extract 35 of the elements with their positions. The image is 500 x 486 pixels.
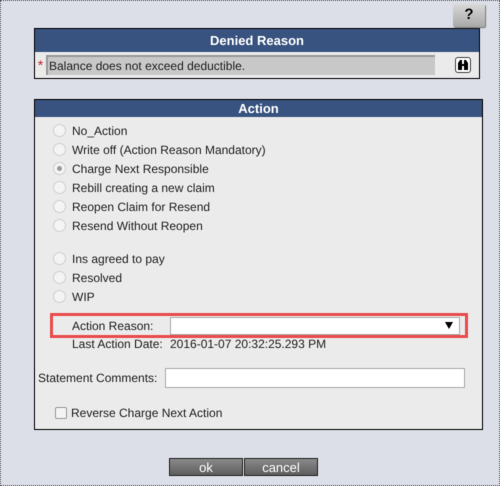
radio-button[interactable] — [53, 181, 66, 194]
dialog-button[interactable]: cancel — [244, 458, 318, 476]
denied-reason-field[interactable]: Balance does not exceed deductible. — [46, 55, 435, 75]
radio-button[interactable] — [53, 162, 66, 175]
dialog-button[interactable]: ok — [169, 458, 243, 476]
option-label: Resend Without Reopen — [72, 218, 203, 234]
radio-button[interactable] — [53, 200, 66, 213]
option-label: Write off (Action Reason Mandatory) — [72, 142, 266, 158]
statement-comments-field[interactable] — [165, 368, 465, 388]
radio-button[interactable] — [53, 219, 66, 232]
field-label: Action Reason: — [72, 318, 154, 334]
radio-button[interactable] — [53, 290, 66, 303]
option-label: Rebill creating a new claim — [72, 180, 215, 196]
field-label: Statement Comments: — [38, 370, 158, 387]
option-label: Resolved — [72, 270, 122, 286]
action-reason-dropdown[interactable] — [170, 316, 460, 334]
option-label: WIP — [72, 288, 95, 306]
checkbox-label: Reverse Charge Next Action — [71, 405, 222, 422]
last-action-date: 2016-01-07 20:32:25.293 PM — [170, 337, 326, 351]
panel-header: Action — [35, 100, 482, 117]
binoculars-icon[interactable] — [455, 57, 471, 73]
panel-header: Denied Reason — [35, 29, 479, 52]
radio-button[interactable] — [53, 124, 66, 137]
checkbox[interactable] — [55, 407, 67, 419]
option-label: Reopen Claim for Resend — [72, 198, 210, 216]
required-mark: * — [36, 58, 44, 72]
field-label: Last Action Date: — [72, 337, 164, 351]
option-label: No_Action — [72, 122, 128, 140]
option-label: Charge Next Responsible — [72, 160, 209, 178]
radio-button[interactable] — [53, 252, 66, 265]
help-button[interactable]: ? — [453, 4, 485, 27]
radio-button[interactable] — [53, 271, 66, 284]
option-label: Ins agreed to pay — [72, 250, 165, 268]
caret-icon — [445, 322, 453, 329]
radio-button[interactable] — [53, 143, 66, 156]
